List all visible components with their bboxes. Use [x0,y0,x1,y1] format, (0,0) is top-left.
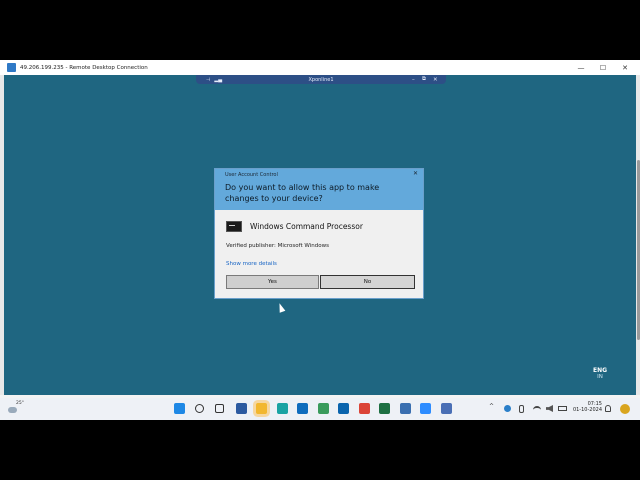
task-view-icon[interactable] [215,404,224,413]
screen-frame: 49.206.199.235 - Remote Desktop Connecti… [0,60,640,420]
excel-icon[interactable] [379,403,390,414]
remote-desktop-icon[interactable] [440,403,452,414]
connection-restore-button[interactable]: ⧉ [422,75,426,84]
store-icon[interactable] [235,403,247,414]
zoom-icon[interactable] [420,403,431,414]
file-explorer-icon[interactable] [256,403,267,414]
system-clock[interactable]: 07:15 01-10-2024 [572,401,602,413]
chrome-icon[interactable] [358,403,370,414]
remote-language-indicator[interactable]: ENG IN [593,367,607,380]
show-more-details-link[interactable]: Show more details [226,261,277,267]
rdp-window-title: 49.206.199.235 - Remote Desktop Connecti… [20,64,148,71]
mail-icon[interactable] [338,403,349,414]
uac-dialog: User Account Control ✕ Do you want to al… [214,168,424,299]
mouse-cursor-icon [276,302,286,313]
command-prompt-icon [226,221,242,232]
minimize-button[interactable]: — [570,60,592,75]
language-region: IN [597,374,603,380]
uac-caption: User Account Control [225,172,278,178]
maximize-button[interactable]: ☐ [592,60,614,75]
wifi-icon[interactable] [533,406,541,412]
connection-minimize-button[interactable]: – [412,75,415,84]
calculator-icon[interactable] [399,403,411,414]
language-code: ENG [593,367,608,374]
remote-desktop-icon [7,63,16,72]
uac-body: Windows Command Processor Verified publi… [215,210,423,298]
weather-icon [8,407,17,413]
app-name: Windows Command Processor [250,222,363,231]
weather-widget[interactable]: 25° [8,401,24,417]
uac-close-button[interactable]: ✕ [413,170,418,177]
microphone-icon[interactable] [519,405,524,413]
connection-host: Xponline1 [308,76,334,83]
connection-close-button[interactable]: ✕ [433,75,438,84]
connection-bar: ⊣ ▂▄ Xponline1 – ⧉ ✕ [196,75,446,84]
tray-overflow-chevron-icon[interactable]: ^ [489,403,494,410]
remote-desktop-area[interactable]: ⊣ ▂▄ Xponline1 – ⧉ ✕ User Account Contro… [4,75,636,395]
weather-temperature: 25° [16,401,24,406]
close-button[interactable]: ✕ [614,60,636,75]
uac-question: Do you want to allow this app to make ch… [225,183,380,203]
search-icon[interactable] [194,404,204,413]
start-icon[interactable] [174,403,185,414]
onedrive-icon[interactable] [504,405,511,412]
taskbar: 25° ^ 07:15 01-10-2024 [0,398,640,420]
no-button[interactable]: No [320,275,415,289]
volume-icon[interactable] [546,405,553,412]
rdp-title-bar: 49.206.199.235 - Remote Desktop Connecti… [0,60,640,75]
edge-icon[interactable] [276,403,288,414]
yes-button[interactable]: Yes [226,275,319,289]
uac-header: User Account Control ✕ Do you want to al… [215,169,423,210]
vertical-scrollbar[interactable] [636,75,640,395]
edge-beta-icon[interactable] [317,403,329,414]
battery-icon[interactable] [558,406,567,411]
outlook-icon[interactable] [297,403,308,414]
notification-bell-icon[interactable] [605,405,611,412]
copilot-icon[interactable] [620,404,630,414]
verified-publisher: Verified publisher: Microsoft Windows [226,243,329,249]
clock-date: 01-10-2024 [572,407,602,413]
